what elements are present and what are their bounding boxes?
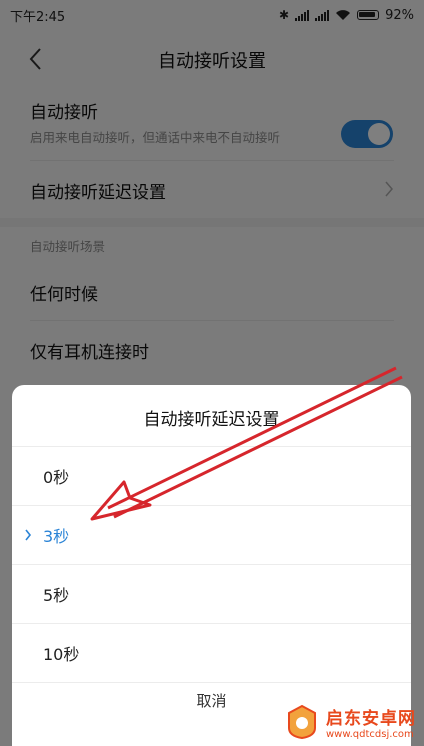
selected-check-icon bbox=[25, 529, 32, 541]
dialog-title: 自动接听延迟设置 bbox=[143, 410, 280, 430]
delay-dialog: 自动接听延迟设置 0秒 3秒 5秒 10秒 取消 bbox=[12, 385, 411, 746]
option-10s[interactable]: 10秒 bbox=[12, 624, 411, 682]
option-label: 3秒 bbox=[43, 527, 70, 546]
watermark-name: 启东安卓网 bbox=[326, 709, 416, 729]
dialog-divider bbox=[12, 682, 411, 683]
option-0s[interactable]: 0秒 bbox=[12, 447, 411, 505]
watermark: 启东安卓网 www.qdtcdsj.com bbox=[284, 704, 416, 740]
watermark-url: www.qdtcdsj.com bbox=[326, 729, 414, 740]
option-3s-selected[interactable]: 3秒 bbox=[12, 506, 411, 564]
option-5s[interactable]: 5秒 bbox=[12, 565, 411, 623]
watermark-logo-icon bbox=[288, 704, 316, 740]
